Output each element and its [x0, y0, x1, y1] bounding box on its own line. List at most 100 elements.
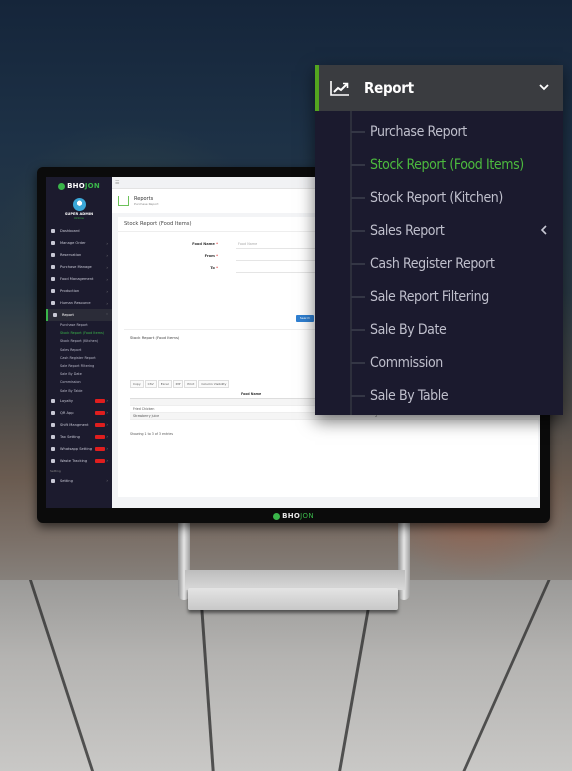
brand-name-prefix: BHO	[282, 512, 301, 520]
sidebar-item-label: Waste Tracking	[60, 458, 88, 463]
report-menu-header[interactable]: Report	[315, 65, 563, 111]
chevron-right-icon: ›	[106, 410, 108, 416]
chevron-down-icon[interactable]	[537, 80, 551, 94]
monitor-stand-crossbar	[185, 570, 405, 590]
menu-item-sale-by-table[interactable]: Sale By Table	[315, 379, 563, 412]
order-icon	[51, 241, 55, 245]
sidebar-item-production[interactable]: Production ›	[46, 285, 112, 297]
sidebar-item-reservation[interactable]: Reservation ›	[46, 249, 112, 261]
report-submenu: Purchase Report Stock Report (Food Items)…	[315, 115, 563, 412]
menu-item-label: Cash Register Report	[370, 255, 495, 272]
menu-item-label: Commission	[370, 354, 443, 371]
search-button[interactable]: Search	[296, 315, 314, 322]
sidebar-item-loyalty[interactable]: Loyalty ›	[46, 395, 112, 407]
sidebar-item-label: Reservation	[60, 253, 82, 257]
sidebar-item-dashboard[interactable]: Dashboard	[46, 225, 112, 237]
sidebar-item-setting[interactable]: Setting ›	[46, 475, 112, 487]
tree-connector	[351, 164, 365, 166]
export-button-pdf[interactable]: Pdf	[172, 380, 184, 388]
trash-icon	[51, 458, 55, 463]
chevron-right-icon: ›	[106, 264, 108, 270]
chart-line-icon	[53, 313, 57, 317]
sidebar-nav: Dashboard Manage Order › Reservation › Purcha…	[46, 225, 112, 487]
sidebar-item-label: Loyalty	[60, 398, 74, 403]
sidebar-item-label: Manage Order	[60, 241, 86, 245]
menu-item-label: Sale By Table	[370, 387, 449, 404]
brand-name-suffix: JON	[300, 512, 314, 520]
new-badge	[95, 446, 105, 451]
menu-item-stock-report-food-items[interactable]: Stock Report (Food Items)	[315, 148, 563, 181]
menu-toggle-icon[interactable]: ☰	[115, 180, 119, 186]
sidebar-subitem[interactable]: Sale By Date	[46, 370, 112, 378]
sidebar-item-label: QR App	[60, 410, 74, 415]
sidebar-subitem[interactable]: Sales Report	[46, 346, 112, 354]
home-icon	[118, 196, 129, 206]
sidebar-item-report[interactable]: Report ˅	[46, 309, 112, 321]
chevron-right-icon: ›	[106, 240, 108, 246]
sidebar-item-food-management[interactable]: Food Management ›	[46, 273, 112, 285]
tree-connector	[351, 131, 365, 133]
sidebar-subitem[interactable]: Sale Report Filtering	[46, 362, 112, 370]
tree-connector	[351, 362, 365, 364]
menu-item-cash-register-report[interactable]: Cash Register Report	[315, 247, 563, 280]
sidebar-subitem[interactable]: Purchase Report	[46, 321, 112, 329]
page-subtitle: Purchase Report	[134, 202, 159, 206]
sidebar-item-label: Production	[60, 289, 80, 293]
sidebar-item-label: Report	[62, 313, 74, 317]
chart-line-icon	[330, 81, 349, 96]
export-button-print[interactable]: Print	[184, 380, 198, 388]
export-button-csv[interactable]: CSV	[144, 380, 157, 388]
home-icon	[51, 229, 55, 233]
menu-item-purchase-report[interactable]: Purchase Report	[315, 115, 563, 148]
sidebar-item-whatsapp-setting[interactable]: Whatsapp Setting ›	[46, 443, 112, 455]
new-badge	[95, 410, 105, 415]
sidebar-item-qr-app[interactable]: QR App ›	[46, 407, 112, 419]
sidebar-item-tax-setting[interactable]: Tax Setting ›	[46, 431, 112, 443]
tree-connector	[351, 395, 365, 397]
tree-connector	[351, 329, 365, 331]
sidebar-item-label: Whatsapp Setting	[60, 446, 93, 451]
monitor-stand-base	[188, 588, 398, 610]
export-button-column-visibility[interactable]: Column Visibility	[198, 380, 230, 388]
menu-item-label: Stock Report (Kitchen)	[370, 189, 503, 206]
menu-item-sale-report-filtering[interactable]: Sale Report Filtering	[315, 280, 563, 313]
chevron-left-icon[interactable]	[539, 224, 549, 236]
shift-icon	[51, 422, 55, 427]
from-label: From *	[204, 254, 218, 258]
sidebar-subitem[interactable]: Stock Report (Food Items)	[46, 329, 112, 337]
menu-item-label: Sale Report Filtering	[370, 288, 489, 305]
sidebar-subitem[interactable]: Cash Register Report	[46, 354, 112, 362]
menu-item-sale-by-date[interactable]: Sale By Date	[315, 313, 563, 346]
chevron-down-icon: ˅	[106, 312, 108, 318]
brand-logo[interactable]: BHO JON	[46, 177, 112, 195]
tax-icon	[51, 434, 55, 439]
logo-icon	[273, 512, 281, 520]
sidebar-subitem[interactable]: Sale By Table	[46, 387, 112, 395]
menu-item-stock-report-kitchen[interactable]: Stock Report (Kitchen)	[315, 181, 563, 214]
menu-item-sales-report[interactable]: Sales Report	[315, 214, 563, 247]
sidebar-item-human-resource[interactable]: Human Resource ›	[46, 297, 112, 309]
sidebar-item-label: Human Resource	[60, 301, 91, 305]
sidebar-item-waste-tracking[interactable]: Waste Tracking ›	[46, 455, 112, 467]
new-badge	[95, 458, 105, 463]
chevron-right-icon: ›	[106, 458, 108, 464]
chevron-right-icon: ›	[106, 398, 108, 404]
new-badge	[95, 422, 105, 427]
menu-item-label: Sales Report	[370, 222, 445, 239]
chevron-right-icon: ›	[106, 300, 108, 306]
qr-icon	[51, 410, 55, 415]
sidebar-item-manage-order[interactable]: Manage Order ›	[46, 237, 112, 249]
export-button-copy[interactable]: Copy	[130, 380, 144, 388]
menu-item-label: Purchase Report	[370, 123, 467, 140]
chevron-right-icon: ›	[106, 288, 108, 294]
cart-icon	[51, 265, 55, 269]
menu-item-commission[interactable]: Commission	[315, 346, 563, 379]
sidebar-subitem[interactable]: Stock Report (Kitchen)	[46, 337, 112, 345]
sidebar-subitem[interactable]: Commission	[46, 378, 112, 386]
users-icon	[51, 301, 55, 305]
avatar[interactable]	[72, 198, 86, 211]
sidebar-item-shift-mangment[interactable]: Shift Mangment ›	[46, 419, 112, 431]
menu-item-label: Stock Report (Food Items)	[370, 156, 524, 173]
export-button-excel[interactable]: Excel	[157, 380, 172, 388]
sidebar-item-purchase-manage[interactable]: Purchase Manage ›	[46, 261, 112, 273]
